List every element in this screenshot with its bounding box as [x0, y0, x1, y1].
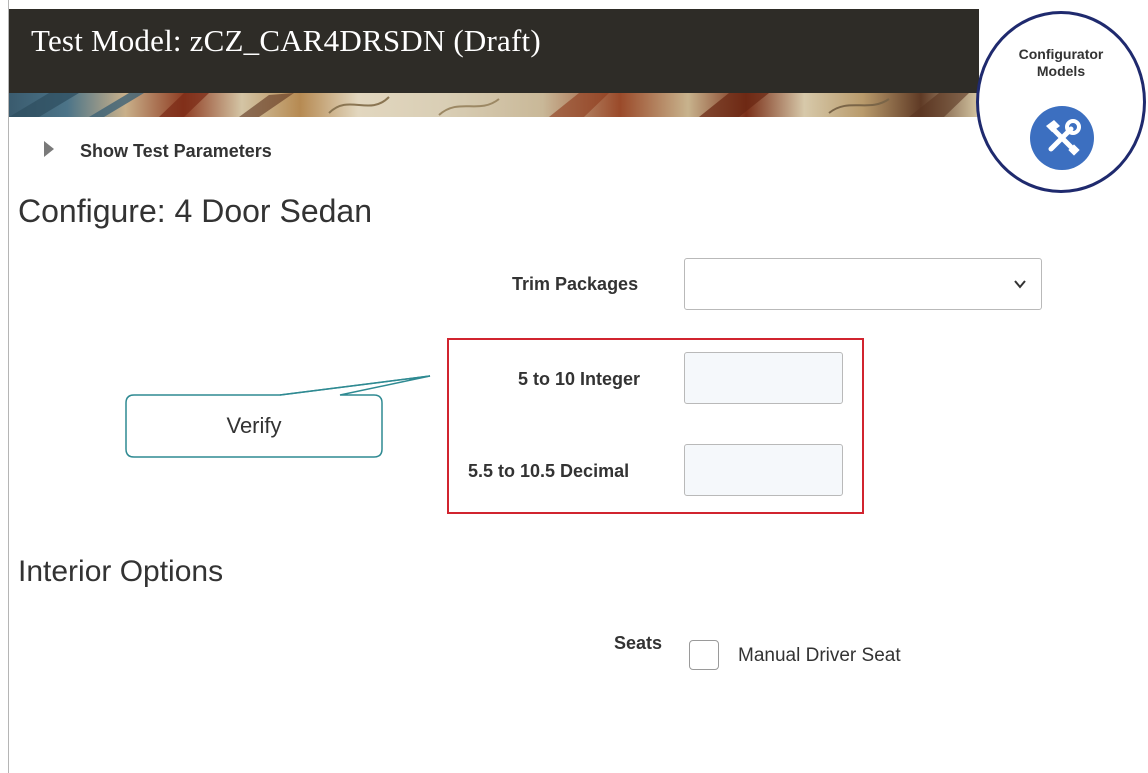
- callout-text: Verify: [226, 413, 282, 438]
- page: Test Model: zCZ_CAR4DRSDN (Draft) Config…: [0, 0, 1148, 773]
- callout-bubble: [125, 375, 431, 458]
- manual-driver-seat-label[interactable]: Manual Driver Seat: [738, 645, 901, 667]
- interior-options-heading: Interior Options: [18, 555, 224, 588]
- seats-label: Seats: [614, 633, 663, 653]
- manual-driver-seat-checkbox[interactable]: [689, 640, 719, 670]
